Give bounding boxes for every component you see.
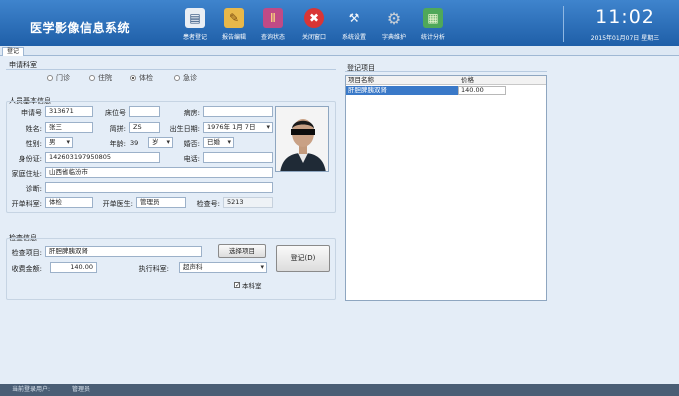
radio-dot [47, 75, 53, 81]
age-value[interactable]: 39 [130, 139, 138, 147]
id-card-field[interactable]: 142603197950805 [45, 152, 160, 163]
status-user-label: 当前登录用户: [12, 386, 51, 393]
exam-no-field: 5213 [223, 197, 273, 208]
toolbar-query-status[interactable]: Ⅱ 查询状态 [251, 8, 295, 41]
exec-dept-select[interactable]: 超声科 [179, 262, 267, 273]
patient-portrait-icon [276, 107, 328, 171]
pinyin-field[interactable]: ZS [129, 122, 160, 133]
gender-select[interactable]: 男 [45, 137, 73, 148]
radio-outpatient[interactable]: 门诊 [47, 73, 70, 83]
column-header-price[interactable]: 价格 [461, 76, 474, 85]
toolbar-patient-register[interactable]: ▤ 患者登记 [173, 8, 217, 41]
cell-item-name: 肝胆脾胰双肾 [346, 86, 458, 95]
query-status-icon: Ⅱ [263, 8, 283, 28]
this-dept-checkbox[interactable]: ✓ 本科室 [234, 280, 262, 290]
select-item-button[interactable]: 选择项目 [218, 244, 266, 258]
registered-items-grid: 项目名称 价格 肝胆脾胰双肾 140.00 [345, 75, 547, 301]
register-button[interactable]: 登记(D) [276, 245, 330, 272]
fee-field[interactable]: 140.00 [50, 262, 97, 273]
header-divider [563, 6, 564, 42]
age-unit-select[interactable]: 岁 [148, 137, 173, 148]
statistics-icon: ▦ [423, 8, 443, 28]
divider [6, 69, 336, 70]
clock: 11:02 [595, 6, 655, 28]
status-user-value: 管理员 [72, 386, 91, 393]
grid-header: 项目名称 价格 [346, 76, 546, 85]
radio-dot-selected [130, 75, 136, 81]
system-settings-icon: ⚒ [348, 11, 360, 25]
patient-register-icon: ▤ [185, 8, 205, 28]
radio-dot [89, 75, 95, 81]
status-bar: 当前登录用户: 管理员 [0, 384, 679, 396]
app-header: 医学影像信息系统 ▤ 患者登记 ✎ 报告编辑 Ⅱ 查询状态 ✖ 关闭窗口 ⚒ 系… [0, 0, 679, 46]
toolbar-report-edit[interactable]: ✎ 报告编辑 [212, 8, 256, 41]
room-field[interactable] [203, 106, 273, 117]
diagnosis-field[interactable] [45, 182, 273, 193]
report-edit-icon: ✎ [224, 8, 244, 28]
close-window-icon: ✖ [304, 8, 324, 28]
birth-date-picker[interactable]: 1976年 1月 7日 [203, 122, 273, 133]
radio-dot [174, 75, 180, 81]
toolbar-statistics[interactable]: ▦ 统计分析 [411, 8, 455, 41]
toolbar-close-window[interactable]: ✖ 关闭窗口 [292, 8, 336, 41]
name-field[interactable]: 张三 [45, 122, 93, 133]
tab-bar: 登记 [0, 46, 679, 56]
bed-no-field[interactable] [129, 106, 160, 117]
checkbox-check-icon: ✓ [234, 282, 241, 289]
cell-item-price[interactable]: 140.00 [458, 86, 506, 95]
radio-physical-exam[interactable]: 体检 [130, 73, 153, 83]
request-no-field[interactable]: 313671 [45, 106, 93, 117]
app-title: 医学影像信息系统 [30, 21, 131, 35]
ordering-doctor-field[interactable]: 管理员 [136, 197, 186, 208]
address-field[interactable]: 山西省临汾市 [45, 167, 273, 178]
column-header-name[interactable]: 项目名称 [348, 76, 374, 85]
divider [345, 71, 547, 72]
exam-item-field[interactable]: 肝胆脾胰双肾 [45, 246, 202, 257]
radio-emergency[interactable]: 急诊 [174, 73, 197, 83]
date: 2015年01月07日 星期三 [590, 35, 660, 42]
marital-select[interactable]: 已婚 [203, 137, 234, 148]
tab-register[interactable]: 登记 [2, 47, 25, 56]
dictionary-icon: ⚙ [386, 8, 402, 28]
ordering-dept-field[interactable]: 体检 [45, 197, 93, 208]
toolbar-system-settings[interactable]: ⚒ 系统设置 [332, 8, 376, 41]
patient-photo [275, 106, 329, 172]
phone-field[interactable] [203, 152, 273, 163]
toolbar-dictionary[interactable]: ⚙ 字典维护 [372, 8, 416, 42]
radio-inpatient[interactable]: 住院 [89, 73, 112, 83]
